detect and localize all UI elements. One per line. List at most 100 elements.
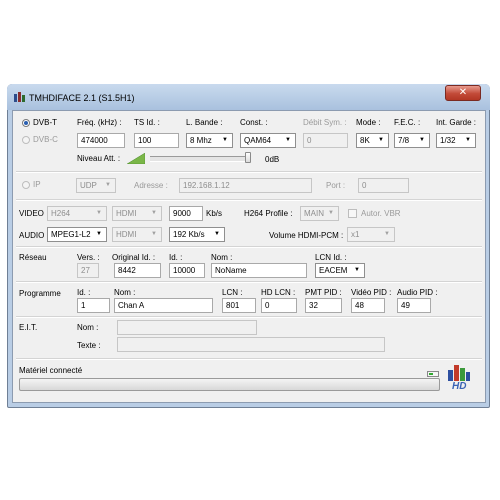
status-text: Matériel connecté bbox=[19, 366, 83, 375]
tsid-input[interactable]: 100 bbox=[134, 133, 179, 148]
dvbt-label: DVB-T bbox=[33, 118, 57, 127]
niveau-slider-thumb[interactable] bbox=[245, 152, 251, 163]
prog-nom-label: Nom : bbox=[114, 288, 136, 297]
debit-input[interactable]: 0 bbox=[303, 133, 348, 148]
vers-label: Vers. : bbox=[77, 253, 100, 262]
audio-pid-input[interactable]: 49 bbox=[397, 298, 431, 313]
prog-id-label: Id. : bbox=[77, 288, 91, 297]
dvbt-radio[interactable] bbox=[22, 119, 30, 127]
divider bbox=[16, 316, 482, 318]
pmt-pid-input[interactable]: 32 bbox=[305, 298, 342, 313]
audio-bitrate-select[interactable]: 192 Kb/s ▼ bbox=[169, 227, 225, 242]
chevron-down-icon: ▼ bbox=[105, 182, 111, 188]
eit-texte-input[interactable] bbox=[117, 337, 385, 352]
volume-select[interactable]: x1 ▼ bbox=[347, 227, 395, 242]
lcn-label: LCN : bbox=[222, 288, 243, 297]
video-bitrate-input[interactable]: 9000 bbox=[169, 206, 203, 221]
niveau-label: Niveau Att. : bbox=[77, 154, 121, 163]
garde-label: Int. Garde : bbox=[436, 118, 477, 127]
close-icon: ✕ bbox=[458, 87, 468, 98]
divider bbox=[16, 281, 482, 283]
audio-source-select[interactable]: HDMI ▼ bbox=[112, 227, 162, 242]
hd-lcn-input[interactable]: 0 bbox=[261, 298, 297, 313]
pmt-pid-label: PMT PID : bbox=[305, 288, 342, 297]
lcn-id-label: LCN Id. : bbox=[315, 253, 347, 262]
bande-label: L. Bande : bbox=[186, 118, 223, 127]
audio-codec-select[interactable]: MPEG1-L2 ▼ bbox=[47, 227, 107, 242]
chevron-down-icon: ▼ bbox=[384, 231, 390, 237]
ip-radio[interactable] bbox=[22, 181, 30, 189]
divider bbox=[16, 199, 482, 201]
prog-id-input[interactable]: 1 bbox=[77, 298, 110, 313]
eit-texte-label: Texte : bbox=[77, 341, 101, 350]
connection-led-icon bbox=[427, 370, 439, 379]
status-progress-bar bbox=[19, 378, 440, 391]
video-codec-select[interactable]: H264 ▼ bbox=[47, 206, 107, 221]
prog-nom-input[interactable]: Chan A bbox=[114, 298, 213, 313]
chevron-down-icon: ▼ bbox=[96, 231, 102, 237]
lcn-id-select[interactable]: EACEM ▼ bbox=[315, 263, 365, 278]
tsid-label: TS Id. : bbox=[134, 118, 160, 127]
profile-label: H264 Profile : bbox=[244, 209, 293, 218]
chevron-down-icon: ▼ bbox=[96, 210, 102, 216]
window-title: TMHDIFACE 2.1 (S1.5H1) bbox=[29, 93, 135, 103]
port-input[interactable]: 0 bbox=[358, 178, 409, 193]
chevron-down-icon: ▼ bbox=[378, 137, 384, 143]
chevron-down-icon: ▼ bbox=[214, 231, 220, 237]
mode-select[interactable]: 8K ▼ bbox=[356, 133, 389, 148]
reseau-label: Réseau bbox=[19, 253, 47, 262]
dvbc-radio[interactable] bbox=[22, 136, 30, 144]
app-icon bbox=[14, 92, 25, 102]
chevron-down-icon: ▼ bbox=[285, 137, 291, 143]
reseau-id-label: Id. : bbox=[169, 253, 183, 262]
ip-label: IP bbox=[33, 180, 41, 189]
video-pid-input[interactable]: 48 bbox=[351, 298, 385, 313]
vers-input[interactable]: 27 bbox=[77, 263, 99, 278]
chevron-down-icon: ▼ bbox=[465, 137, 471, 143]
reseau-nom-label: Nom : bbox=[211, 253, 233, 262]
chevron-down-icon: ▼ bbox=[222, 137, 228, 143]
autor-vbr-label: Autor. VBR bbox=[361, 209, 401, 218]
audio-pid-label: Audio PID : bbox=[397, 288, 438, 297]
protocol-select[interactable]: UDP ▼ bbox=[76, 178, 116, 193]
mode-label: Mode : bbox=[356, 118, 381, 127]
chevron-down-icon: ▼ bbox=[151, 231, 157, 237]
fec-select[interactable]: 7/8 ▼ bbox=[394, 133, 430, 148]
adresse-label: Adresse : bbox=[134, 181, 168, 190]
profile-select[interactable]: MAIN ▼ bbox=[300, 206, 339, 221]
chevron-down-icon: ▼ bbox=[354, 267, 360, 273]
hd-logo-text: HD bbox=[452, 381, 467, 392]
niveau-value: 0dB bbox=[265, 155, 280, 164]
freq-input[interactable]: 474000 bbox=[77, 133, 125, 148]
orig-id-input[interactable]: 8442 bbox=[114, 263, 161, 278]
video-source-select[interactable]: HDMI ▼ bbox=[112, 206, 162, 221]
reseau-nom-input[interactable]: NoName bbox=[211, 263, 307, 278]
const-select[interactable]: QAM64 ▼ bbox=[240, 133, 296, 148]
reseau-id-input[interactable]: 10000 bbox=[169, 263, 205, 278]
const-label: Const. : bbox=[240, 118, 268, 127]
close-button[interactable]: ✕ bbox=[445, 85, 481, 101]
debit-label: Débit Sym. : bbox=[303, 118, 347, 127]
orig-id-label: Original Id. : bbox=[112, 253, 156, 262]
divider bbox=[16, 246, 482, 248]
eit-label: E.I.T. bbox=[19, 323, 38, 332]
niveau-slider-track[interactable] bbox=[150, 156, 250, 162]
programme-label: Programme bbox=[19, 289, 61, 298]
eit-nom-input[interactable] bbox=[117, 320, 257, 335]
hd-lcn-label: HD LCN : bbox=[261, 288, 296, 297]
adresse-input[interactable]: 192.168.1.12 bbox=[179, 178, 312, 193]
lcn-input[interactable]: 801 bbox=[222, 298, 256, 313]
autor-vbr-checkbox[interactable] bbox=[348, 209, 357, 218]
chevron-down-icon: ▼ bbox=[328, 210, 334, 216]
chevron-down-icon: ▼ bbox=[151, 210, 157, 216]
garde-select[interactable]: 1/32 ▼ bbox=[436, 133, 476, 148]
video-pid-label: Vidéo PID : bbox=[351, 288, 392, 297]
volume-label: Volume HDMI-PCM : bbox=[269, 231, 344, 240]
video-bitrate-unit: Kb/s bbox=[206, 209, 223, 218]
fec-label: F.E.C. : bbox=[394, 118, 421, 127]
freq-label: Fréq. (kHz) : bbox=[77, 118, 122, 127]
chevron-down-icon: ▼ bbox=[419, 137, 425, 143]
divider bbox=[16, 358, 482, 360]
divider bbox=[16, 171, 482, 173]
bande-select[interactable]: 8 Mhz ▼ bbox=[186, 133, 233, 148]
